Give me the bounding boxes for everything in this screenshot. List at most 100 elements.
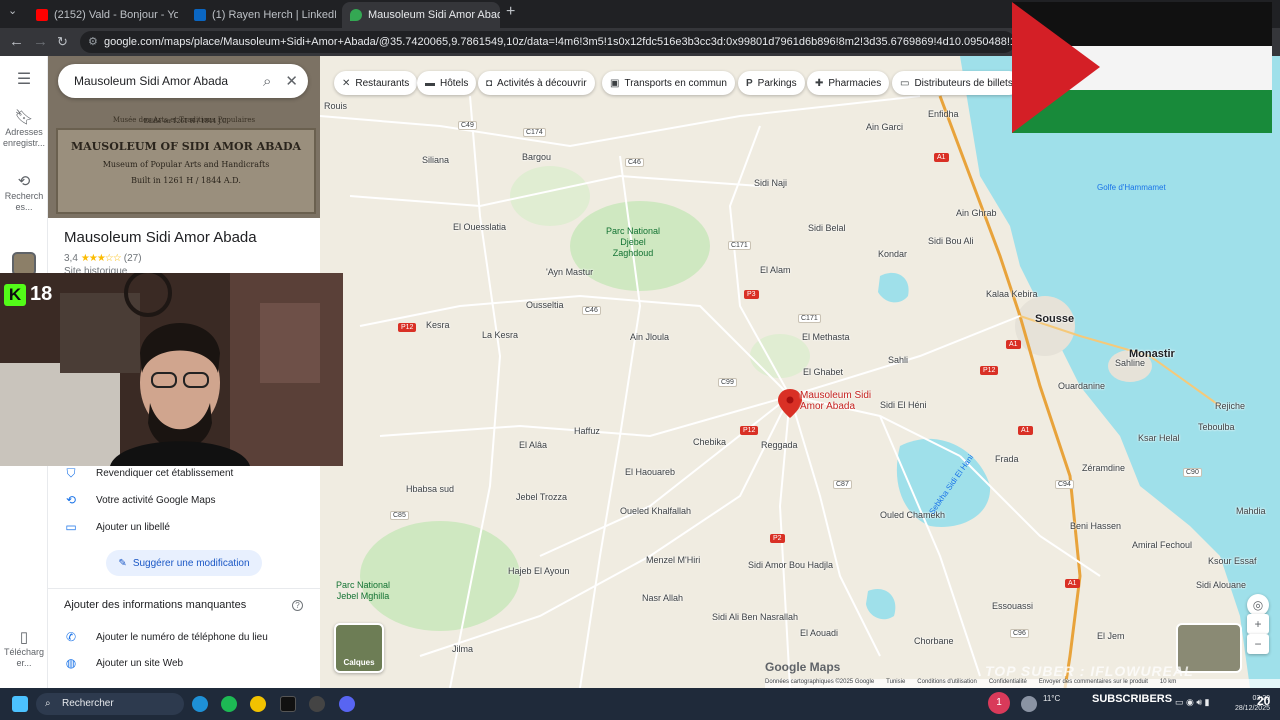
globe-icon: ◍	[65, 656, 77, 670]
add-website-item[interactable]: ◍ Ajouter un site Web	[64, 656, 183, 670]
place-label: Sidi Ali Ben Nasrallah	[712, 612, 799, 622]
place-label: Sahli	[888, 355, 909, 365]
back-icon[interactable]: ←	[9, 33, 24, 50]
pin-label[interactable]: Mausoleum Sidi Amor Abada	[800, 390, 871, 412]
rating-count[interactable]: (27)	[124, 253, 142, 264]
saved-places-label: Adresses enregistr...	[2, 127, 46, 148]
lake-shape-2	[866, 588, 896, 620]
claim-business-item[interactable]: ⛉ Revendiquer cet établissement	[64, 466, 233, 481]
help-icon[interactable]: ?	[292, 600, 303, 611]
attribution-data[interactable]: Données cartographiques ©2025 Google	[765, 679, 874, 688]
bookmark-icon: 🔖︎	[14, 109, 34, 126]
add-phone-label: Ajouter le numéro de téléphone du lieu	[96, 631, 268, 643]
park-area-2	[360, 521, 520, 631]
search-box[interactable]: Mausoleum Sidi Amor Abada ⌕ ✕	[58, 64, 308, 98]
maps-activity-item[interactable]: ⟲ Votre activité Google Maps	[64, 493, 216, 507]
road-badge-regional: P2	[770, 534, 785, 543]
place-label: El Alâa	[519, 440, 548, 450]
phone-download-icon: ▯	[19, 629, 29, 646]
windows-start-icon[interactable]	[12, 696, 28, 712]
place-label: Sidi Alouane	[1196, 580, 1247, 590]
add-phone-item[interactable]: ✆ Ajouter le numéro de téléphone du lieu	[64, 630, 268, 644]
add-label-item[interactable]: ▭ Ajouter un libellé	[64, 520, 170, 534]
privacy-link[interactable]: Confidentialité	[989, 679, 1027, 688]
taskbar-search-input[interactable]: ⌕ Rechercher	[36, 693, 184, 715]
chip-activities[interactable]: ◘ Activités à découvrir	[478, 71, 595, 95]
suggest-edit-button[interactable]: ✎ Suggérer une modification	[106, 550, 262, 576]
chip-hotels[interactable]: ▬ Hôtels	[417, 71, 477, 95]
tiktok-icon[interactable]	[280, 696, 296, 712]
url-input[interactable]: ⚙ google.com/maps/place/Mausoleum+Sidi+A…	[80, 31, 1015, 53]
terms-link[interactable]: Conditions d'utilisation	[917, 679, 977, 688]
chrome-icon[interactable]	[250, 696, 266, 712]
recent-searches-button[interactable]: ⟲ Recherch es...	[0, 174, 48, 213]
map-canvas[interactable]: ✕ Restaurants ▬ Hôtels ◘ Activités à découv…	[320, 56, 1280, 688]
park-label-mghilla: Parc National Jebel Mghilla	[336, 580, 390, 602]
road-badge-highway: A1	[1006, 340, 1021, 349]
road-badge-regional: P12	[740, 426, 759, 435]
my-location-icon[interactable]: ◎	[1247, 594, 1269, 616]
zoom-in-button[interactable]: +	[1247, 614, 1269, 634]
close-icon[interactable]: ✕	[285, 72, 298, 90]
tab-youtube[interactable]: (2152) Vald - Bonjour - YouTube ✕	[28, 2, 178, 28]
place-label: Essouassi	[992, 601, 1034, 611]
weather-icon[interactable]	[1021, 696, 1037, 712]
place-label: Mahdia	[1236, 506, 1266, 516]
chip-transit[interactable]: ▣ Transports en commun	[602, 71, 735, 95]
forward-icon[interactable]: →	[33, 33, 48, 50]
place-rating[interactable]: 3,4 ★★★☆☆ (27)	[64, 253, 142, 264]
chip-label: Transports en commun	[624, 77, 727, 89]
tab-linkedin[interactable]: (1) Rayen Herch | LinkedIn ✕	[186, 2, 336, 28]
shield-check-icon: ⛉	[66, 466, 76, 480]
kick-logo-icon: K	[4, 283, 26, 306]
road-badge: C46	[625, 158, 644, 167]
site-info-icon[interactable]: ⚙	[88, 31, 98, 53]
search-icon[interactable]: ⌕	[263, 73, 271, 90]
zoom-out-button[interactable]: −	[1247, 634, 1269, 654]
layers-button[interactable]: Calques	[334, 623, 384, 673]
tray-icons[interactable]: ▭ ◉ 🔊︎ ▮	[1175, 697, 1209, 708]
place-label: Rejiche	[1215, 401, 1246, 411]
road-badge-highway: A1	[1065, 579, 1080, 588]
road-badge-highway: A1	[1018, 426, 1033, 435]
road-badge: C85	[390, 511, 409, 520]
obs-icon[interactable]	[309, 696, 325, 712]
discord-icon[interactable]	[339, 696, 355, 712]
saved-places-button[interactable]: 🔖︎ Adresses enregistr...	[0, 109, 48, 149]
place-label: Sidi Naji	[754, 178, 788, 188]
tab-search-icon[interactable]: ⌄	[8, 4, 17, 17]
sea-label-gulf: Golfe d'Hammamet	[1097, 183, 1166, 192]
chip-parking[interactable]: P Parkings	[738, 71, 805, 95]
atm-icon: ▭	[900, 77, 910, 89]
new-tab-button[interactable]: +	[506, 3, 515, 21]
search-input[interactable]: Mausoleum Sidi Amor Abada	[74, 74, 249, 88]
city-label-sousse: Sousse	[1035, 313, 1075, 325]
palestine-flag-overlay	[1012, 2, 1272, 133]
spotify-icon[interactable]	[221, 696, 237, 712]
edge-icon[interactable]	[192, 696, 208, 712]
road-badge: C99	[718, 378, 737, 387]
camera-icon: ◘	[486, 77, 493, 89]
attribution-country[interactable]: Tunisie	[886, 679, 905, 688]
park-label-zaghdoud: Parc National Djebel Zaghdoud	[606, 226, 660, 259]
reload-icon[interactable]: ↻	[57, 34, 68, 50]
road-badge: C174	[523, 128, 546, 137]
windows-taskbar: ⌕ Rechercher 1 11°C SUBSCRIBERS ▭ ◉ 🔊︎ ▮…	[0, 688, 1280, 720]
place-label: Chorbane	[914, 636, 954, 646]
chip-label: Hôtels	[440, 77, 469, 89]
menu-icon[interactable]: ☰	[0, 72, 48, 88]
place-label: Sidi Belal	[808, 223, 846, 233]
tab-google-maps[interactable]: Mausoleum Sidi Amor Abada - ✕	[342, 2, 500, 28]
search-icon: ⌕	[45, 698, 51, 709]
place-label: Nasr Allah	[642, 593, 684, 603]
feedback-link[interactable]: Envoyer des commentaires sur le produit	[1039, 679, 1148, 688]
stream-viewer-badge: K 18	[4, 283, 52, 306]
place-label: Ousseltia	[526, 300, 564, 310]
notification-badge[interactable]: 1	[988, 692, 1010, 714]
chip-pharmacies[interactable]: ✚ Pharmacies	[807, 71, 890, 95]
fork-knife-icon: ✕	[342, 77, 351, 89]
chip-atm[interactable]: ▭ Distributeurs de billets	[892, 71, 1021, 95]
chip-restaurants[interactable]: ✕ Restaurants	[334, 71, 418, 95]
scale-label[interactable]: 10 km	[1160, 679, 1176, 688]
download-app-button[interactable]: ▯ Télécharg er...	[0, 629, 48, 669]
